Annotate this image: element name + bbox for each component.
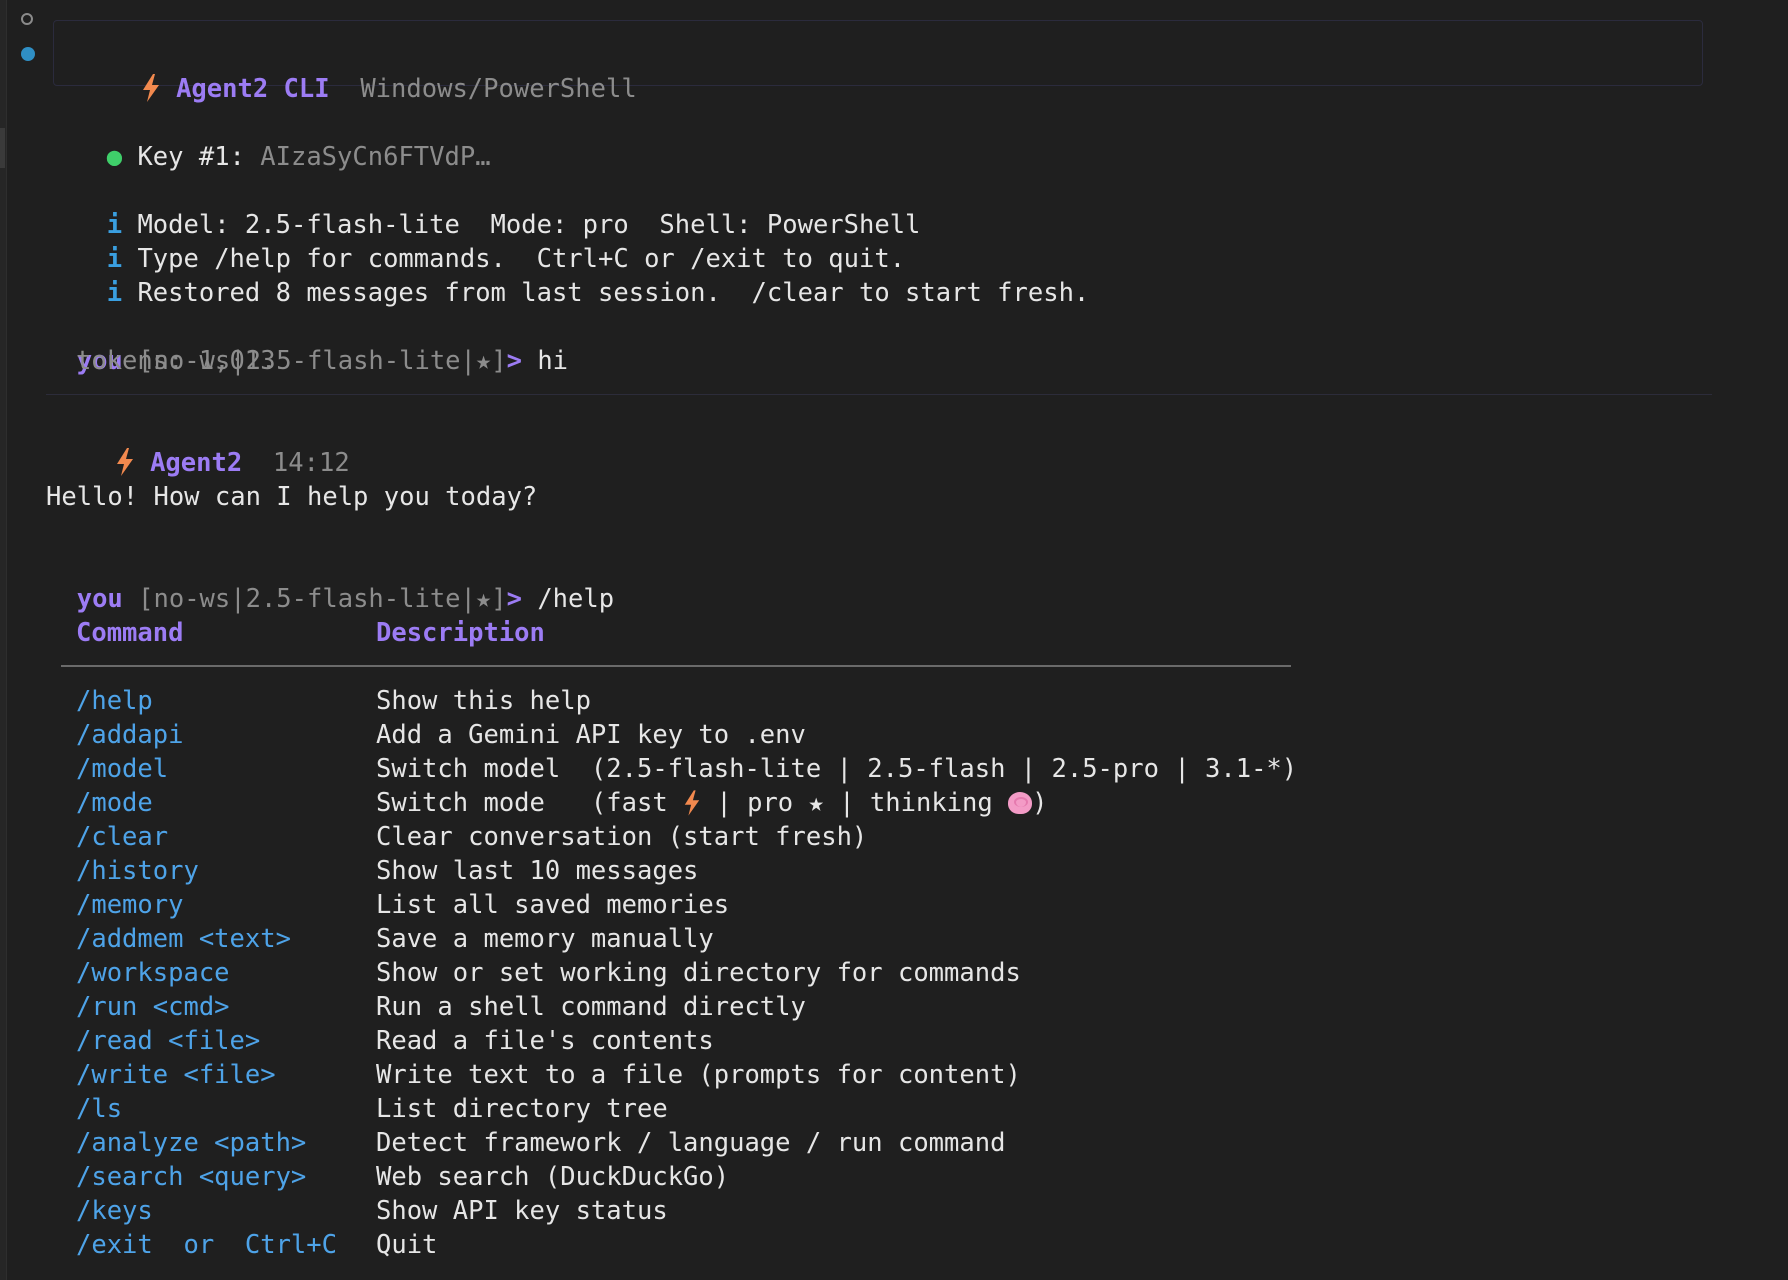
table-row-command: /analyze <path> bbox=[76, 1128, 307, 1158]
table-row-description: Web search (DuckDuckGo) bbox=[376, 1162, 730, 1192]
prompt-user: you bbox=[76, 584, 123, 614]
table-row-description: List all saved memories bbox=[376, 890, 730, 920]
table-row-description: Detect framework / language / run comman… bbox=[376, 1128, 1006, 1158]
table-row-description: Show last 10 messages bbox=[376, 856, 699, 886]
info-line-model: i Model: 2.5-flash-lite Mode: pro Shell:… bbox=[76, 174, 921, 240]
table-row-description: Switch model (2.5-flash-lite | 2.5-flash… bbox=[376, 754, 1298, 784]
editor-gutter bbox=[0, 0, 7, 1280]
lightning-bolt-icon bbox=[684, 790, 700, 816]
table-row-description: Read a file's contents bbox=[376, 1026, 714, 1056]
table-row-command: /addapi bbox=[76, 720, 184, 750]
agent-name: Agent2 bbox=[150, 448, 243, 478]
column-header-description: Description bbox=[376, 618, 545, 648]
brain-icon bbox=[1008, 792, 1033, 814]
table-row-command: /ls bbox=[76, 1094, 123, 1124]
platform-label: Windows/PowerShell bbox=[360, 74, 637, 104]
column-header-command: Command bbox=[76, 618, 184, 648]
prompt-line: you [no-ws|2.5-flash-lite|★]> /help bbox=[46, 548, 614, 614]
table-row-description: Run a shell command directly bbox=[376, 992, 806, 1022]
info-text: Restored 8 messages from last session. /… bbox=[137, 278, 1090, 308]
info-line-help: i Type /help for commands. Ctrl+C or /ex… bbox=[76, 208, 905, 274]
table-row-description: Show or set working directory for comman… bbox=[376, 958, 1021, 988]
table-row-description: Write text to a file (prompts for conten… bbox=[376, 1060, 1021, 1090]
table-row-command: /workspace bbox=[76, 958, 230, 988]
table-row-command: /exit or Ctrl+C bbox=[76, 1230, 337, 1260]
table-row-description: List directory tree bbox=[376, 1094, 668, 1124]
agent-timestamp: 14:12 bbox=[272, 448, 350, 478]
agent-reply-header: Agent2 14:12 bbox=[84, 412, 350, 478]
table-row-command: /keys bbox=[76, 1196, 153, 1226]
table-row-description: Show API key status bbox=[376, 1196, 668, 1226]
table-row-command: /run <cmd> bbox=[76, 992, 230, 1022]
prompt-line: you [no-ws|2.5-flash-lite|★]> hi bbox=[46, 310, 568, 376]
green-dot-icon: ● bbox=[106, 142, 123, 172]
agent-message: Hello! How can I help you today? bbox=[46, 482, 538, 512]
info-line-restored: i Restored 8 messages from last session.… bbox=[76, 242, 1090, 308]
table-row-command: /mode bbox=[76, 788, 153, 818]
key-status-line: ● Key #1: AIzaSyCn6FTVdP… bbox=[76, 106, 491, 172]
prompt-arrow: > bbox=[506, 346, 522, 376]
mode-desc-part: | pro ★ | thinking bbox=[701, 788, 1009, 818]
table-row-command: /addmem <text> bbox=[76, 924, 291, 954]
mode-desc-part: ) bbox=[1032, 788, 1048, 818]
mode-desc-part: Switch mode (fast bbox=[376, 788, 684, 818]
app-title: Agent2 CLI bbox=[176, 74, 330, 104]
key-label: Key #1: bbox=[137, 142, 245, 172]
table-header-rule bbox=[61, 665, 1291, 667]
app-header: Agent2 CLI Windows/PowerShell bbox=[110, 38, 637, 104]
info-icon: i bbox=[106, 278, 123, 308]
table-row-command: /read <file> bbox=[76, 1026, 261, 1056]
table-row-command: /write <file> bbox=[76, 1060, 276, 1090]
table-row-description: Save a memory manually bbox=[376, 924, 714, 954]
table-row-command: /search <query> bbox=[76, 1162, 307, 1192]
prompt-arrow: > bbox=[506, 584, 522, 614]
table-row-command: /memory bbox=[76, 890, 184, 920]
table-row-description: Add a Gemini API key to .env bbox=[376, 720, 806, 750]
table-row-command: /clear bbox=[76, 822, 169, 852]
terminal-status-circle-icon bbox=[21, 13, 33, 25]
gutter-scroll-marker bbox=[0, 128, 5, 168]
prompt-context: [no-ws|2.5-flash-lite|★] bbox=[138, 584, 507, 614]
table-row-description: Clear conversation (start fresh) bbox=[376, 822, 868, 852]
table-row-command: /help bbox=[76, 686, 153, 716]
terminal-active-dot-icon bbox=[21, 47, 35, 61]
table-row-command: /history bbox=[76, 856, 199, 886]
lightning-bolt-icon bbox=[142, 74, 159, 102]
lightning-bolt-icon bbox=[116, 448, 133, 476]
message-divider bbox=[46, 394, 1712, 395]
table-row-description: Show this help bbox=[376, 686, 591, 716]
key-value: AIzaSyCn6FTVdP… bbox=[260, 142, 491, 172]
prompt-input: /help bbox=[537, 584, 615, 614]
prompt-input: hi bbox=[537, 346, 569, 376]
table-row-description: Quit bbox=[376, 1230, 438, 1260]
table-row-description-mode: Switch mode (fast | pro ★ | thinking ) bbox=[376, 786, 1047, 820]
tokens-line: tokens: 1,013 bbox=[76, 346, 276, 376]
table-row-command: /model bbox=[76, 754, 169, 784]
